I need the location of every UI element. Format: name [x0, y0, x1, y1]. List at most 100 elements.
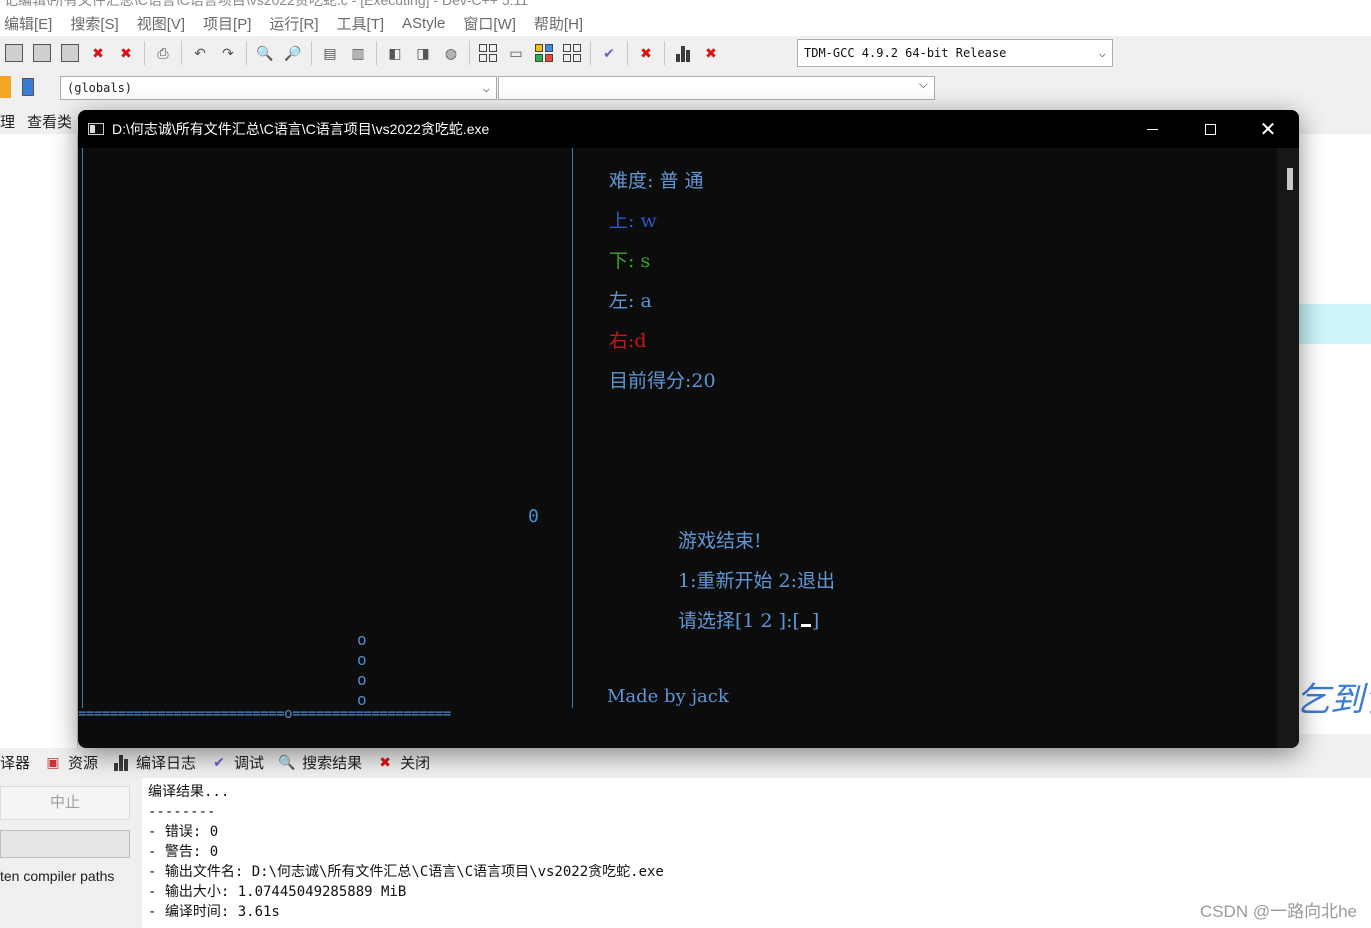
choice-prompt[interactable]: 请选择[1 2 ]:[] [678, 606, 819, 633]
menu-options: 1:重新开始 2:退出 [678, 570, 836, 592]
scope-select[interactable]: (globals) ⌵ [60, 76, 497, 100]
snake-segment: o [357, 650, 367, 669]
chevron-down-icon: ⌵ [918, 77, 928, 91]
log-line: - 错误: 0 [148, 824, 219, 840]
goto-line-icon[interactable]: ▤ [319, 42, 341, 64]
compile-icon[interactable] [533, 42, 555, 64]
bookmark-icon[interactable]: ▥ [347, 42, 369, 64]
tab-compile-log[interactable]: 编译日志 [112, 752, 196, 773]
indent-icon[interactable]: ◧ [384, 42, 406, 64]
toolbar-separator [311, 41, 312, 65]
tab-close-label: 关闭 [400, 754, 431, 772]
check-icon[interactable]: ✔ [598, 42, 620, 64]
toolbar-separator [376, 41, 377, 65]
menu-run[interactable]: 运行[R] [269, 13, 318, 34]
class-toolbar: (globals) ⌵ ⌵ [0, 72, 940, 104]
file-icon[interactable] [17, 76, 39, 98]
credit-text: Made by jack [607, 686, 729, 707]
window-icon[interactable]: ▭ [505, 42, 527, 64]
tab-project[interactable]: 理 [0, 111, 15, 132]
menu-window[interactable]: 窗口[W] [463, 13, 516, 34]
tab-search-results-label: 搜索结果 [302, 754, 363, 772]
console-title: D:\何志诚\所有文件汇总\C语言\C语言项目\vs2022贪吃蛇.exe [112, 121, 490, 137]
snake-segment: o [357, 630, 367, 649]
log-line: 编译结果... [148, 784, 230, 800]
toolbar-separator [144, 41, 145, 65]
toolbar-separator [181, 41, 182, 65]
save-copy-icon[interactable] [59, 42, 81, 64]
console-title-bar[interactable]: D:\何志诚\所有文件汇总\C语言\C语言项目\vs2022贪吃蛇.exe ✕ [78, 110, 1299, 148]
log-line: - 输出文件名: D:\何志诚\所有文件汇总\C语言\C语言项目\vs2022贪… [148, 864, 664, 880]
resources-icon: ▣ [46, 753, 60, 770]
log-line: -------- [148, 804, 216, 820]
bar-chart-icon [112, 753, 130, 771]
compile-progress-bar [0, 830, 130, 858]
redo-icon[interactable]: ↷ [217, 42, 239, 64]
board-left-wall [82, 148, 83, 708]
symbol-select[interactable]: ⌵ [498, 76, 935, 100]
new-project-icon[interactable] [477, 42, 499, 64]
maximize-button[interactable] [1181, 110, 1239, 148]
tab-resources-label: 资源 [68, 754, 99, 772]
abort-button[interactable]: 中止 [0, 786, 130, 820]
profile-icon[interactable] [672, 42, 694, 64]
unindent-icon[interactable]: ◨ [412, 42, 434, 64]
tab-debug[interactable]: ✔ 调试 [210, 752, 264, 773]
save-all-icon[interactable] [31, 42, 53, 64]
close-icon: ✖ [379, 753, 391, 770]
current-line-highlight [1299, 304, 1371, 344]
close-all-icon[interactable]: ✖ [115, 42, 137, 64]
tab-resources[interactable]: ▣ 资源 [44, 752, 98, 773]
minimize-button[interactable] [1123, 110, 1181, 148]
toolbar-separator [590, 41, 591, 65]
board-bottom-wall: ==========================o=============… [78, 706, 451, 722]
watermark: CSDN @一路向北he [1199, 902, 1357, 921]
console-app-icon [88, 123, 104, 135]
log-line: - 警告: 0 [148, 844, 219, 860]
tab-compiler-label: 译器 [0, 754, 31, 772]
log-line: - 输出大小: 1.07445049285889 MiB [148, 884, 407, 900]
code-editor[interactable] [1299, 134, 1371, 734]
food: 0 [528, 506, 539, 527]
console-window[interactable]: D:\何志诚\所有文件汇总\C语言\C语言项目\vs2022贪吃蛇.exe ✕ … [78, 110, 1299, 748]
toolbar-separator [664, 41, 665, 65]
console-scrollbar[interactable] [1277, 148, 1299, 748]
compile-log: 编译结果... -------- - 错误: 0 - 警告: 0 - 输出文件名… [142, 778, 1371, 928]
close-icon: ✕ [1259, 118, 1277, 141]
board-right-wall [572, 148, 573, 708]
editor-text-fragment: 乞到食 [1296, 680, 1371, 720]
delete-profile-icon[interactable]: ✖ [700, 42, 722, 64]
menu-project[interactable]: 项目[P] [203, 13, 251, 34]
tab-class-view[interactable]: 查看类 [27, 111, 72, 132]
tab-compiler[interactable]: 译器 [0, 752, 30, 773]
scrollbar-thumb[interactable] [1287, 168, 1293, 190]
print-icon[interactable]: ⎙ [152, 42, 174, 64]
control-left: 左: a [609, 290, 652, 312]
undo-icon[interactable]: ↶ [189, 42, 211, 64]
menu-search[interactable]: 搜索[S] [70, 13, 118, 34]
menu-tools[interactable]: 工具[T] [337, 13, 385, 34]
stop-icon[interactable]: ✖ [635, 42, 657, 64]
log-line: - 编译时间: 3.61s [148, 904, 280, 920]
menu-bar: 编辑[E] 搜索[S] 视图[V] 项目[P] 运行[R] 工具[T] ASty… [0, 10, 1371, 36]
save-icon[interactable] [3, 42, 25, 64]
menu-view[interactable]: 视图[V] [137, 13, 185, 34]
compiler-paths-checkbox-label[interactable]: ten compiler paths [0, 868, 114, 884]
maximize-icon [1204, 123, 1216, 135]
comment-icon[interactable]: ◍ [440, 42, 462, 64]
ide-title-bar: 记编辑\所有文件汇总\C语言\C语言项目\vs2022贪吃蛇.c - [Exec… [0, 0, 1371, 10]
menu-edit[interactable]: 编辑[E] [4, 13, 52, 34]
control-down: 下: s [609, 250, 651, 272]
close-file-icon[interactable]: ✖ [87, 42, 109, 64]
compiler-select[interactable]: TDM-GCC 4.9.2 64-bit Release ⌵ [797, 39, 1113, 67]
class-browser-icon[interactable] [0, 76, 11, 98]
menu-help[interactable]: 帮助[H] [534, 13, 583, 34]
run-icon[interactable] [561, 42, 583, 64]
tab-close[interactable]: ✖ 关闭 [376, 752, 430, 773]
tab-search-results[interactable]: 🔍 搜索结果 [278, 752, 362, 773]
menu-astyle[interactable]: AStyle [402, 15, 445, 32]
replace-icon[interactable]: 🔎 [282, 42, 304, 64]
close-button[interactable]: ✕ [1239, 110, 1297, 148]
text-cursor [800, 624, 811, 627]
find-icon[interactable]: 🔍 [254, 42, 276, 64]
